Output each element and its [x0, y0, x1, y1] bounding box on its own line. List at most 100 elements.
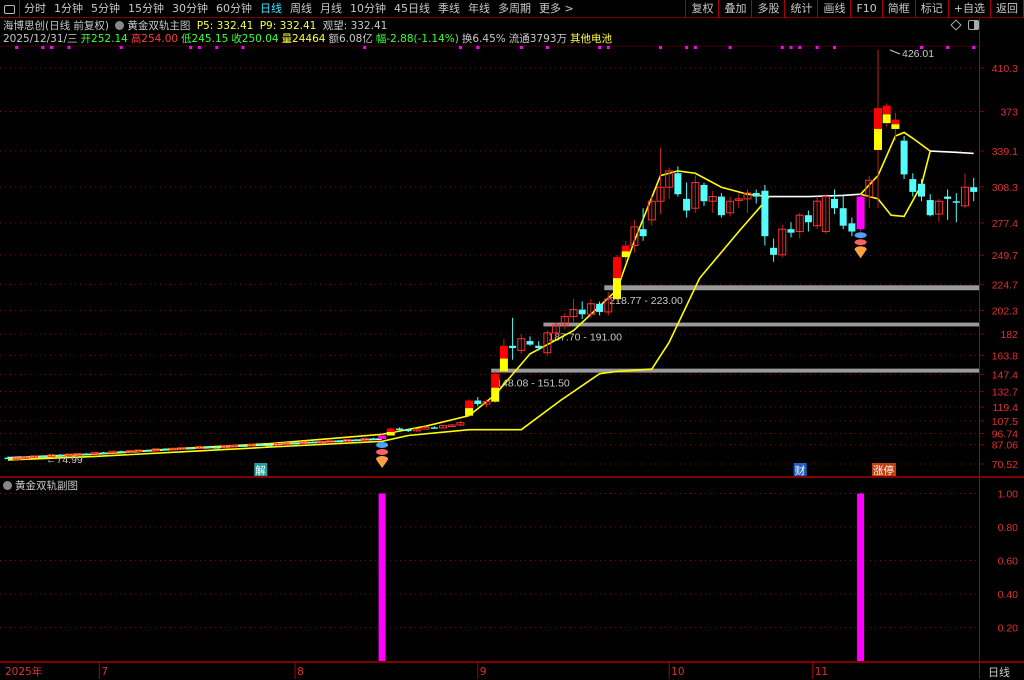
signal-stack-icon [376, 441, 389, 448]
signal-candle-body [386, 431, 395, 436]
price-tick-label: 308.3 [992, 182, 1018, 194]
time-axis-label: 9 [480, 666, 487, 678]
signal-dot [215, 46, 219, 49]
signal-dot [693, 46, 697, 49]
candle-body-down [369, 438, 377, 440]
sub-tick-label: 0.20 [998, 623, 1019, 635]
price-tick-label: 96.74 [992, 428, 1018, 440]
signal-candle-body [874, 128, 882, 150]
signal-dot [946, 46, 950, 49]
candle-body-down [926, 200, 934, 216]
candle-body-down [404, 429, 412, 432]
support-zone-bar [543, 322, 979, 327]
price-tick-label: 373 [1000, 106, 1018, 118]
signal-candle-body [499, 358, 508, 372]
price-tick-label: 202.3 [992, 305, 1018, 317]
candle-body-down [674, 173, 682, 195]
candle-body-down [535, 345, 543, 349]
signal-stack-icon [854, 232, 867, 239]
candle-body-down [4, 457, 12, 460]
signal-dot [815, 46, 819, 49]
signal-stack-icon [376, 448, 389, 455]
candle-body-down [161, 448, 169, 451]
signal-candle-body [891, 124, 900, 129]
price-tick-label: 410.3 [992, 63, 1018, 75]
price-tick-label: 107.5 [992, 416, 1018, 428]
sub-tick-label: 0.40 [998, 589, 1019, 601]
signal-dot [197, 46, 201, 49]
signal-dot [833, 46, 836, 49]
price-tick-label: 163.8 [992, 350, 1018, 362]
candle-body-down [474, 400, 482, 405]
signal-candle-body [882, 105, 891, 115]
candle-body-down [335, 440, 343, 443]
candle-body-down [787, 229, 795, 233]
candle-body-down [256, 444, 264, 446]
candle-body-down [848, 223, 856, 232]
candle-body-down [143, 450, 151, 452]
signal-candle-body [386, 428, 395, 432]
signal-candle-body [621, 245, 630, 252]
signal-candle-body [465, 408, 474, 416]
axis-divider [979, 18, 980, 679]
low-price-label: ←74.99 [46, 454, 83, 466]
kline-chart[interactable]: 410.3 373 339.1 308.3 277.4 249.7 224.7 202.3 18… [0, 0, 1024, 679]
signal-dot [241, 46, 245, 49]
signal-candle-body [613, 257, 621, 279]
candle-body-down [578, 309, 586, 315]
price-tick-label: 249.7 [992, 250, 1018, 262]
support-zone-bar [604, 285, 979, 291]
sub-tick-label: 0.60 [998, 556, 1019, 568]
candle-body-down [700, 184, 708, 202]
support-zone-bar [491, 368, 979, 373]
price-tick-label: 119.4 [993, 402, 1019, 414]
signal-stack-icon [854, 239, 867, 246]
candle-body-down [770, 247, 778, 255]
signal-dot [789, 46, 793, 49]
candle-body-down [596, 303, 604, 312]
signal-dot [119, 46, 123, 49]
candle-body-down [204, 446, 212, 449]
watch-line [930, 150, 974, 155]
period-label[interactable]: 日线 [988, 664, 1010, 680]
time-axis-label: 8 [297, 666, 304, 678]
candle-body-down [839, 208, 847, 226]
signal-candle-body [491, 387, 500, 402]
candle-body-down [430, 427, 438, 429]
price-tick-label: 339.1 [992, 146, 1018, 158]
watch-line [769, 193, 861, 198]
event-tag[interactable]: 财 [795, 464, 806, 477]
time-axis-label: 2025年 [5, 665, 42, 678]
signal-dot [545, 46, 549, 49]
sub-chart-title[interactable]: 黄金双轨副图 [15, 480, 78, 492]
price-tick-label: 132.7 [992, 387, 1018, 399]
price-tick-label: 224.7 [992, 279, 1018, 291]
signal-dot [685, 46, 689, 49]
price-tick-label: 277.4 [992, 218, 1018, 230]
candle-body-down [509, 345, 517, 349]
signal-candle-body [621, 251, 630, 258]
signal-dot [363, 46, 367, 49]
signal-dot [41, 46, 45, 49]
sub-chart-bar [378, 493, 386, 661]
high-price-label: 426.01 [902, 48, 934, 60]
candle-body-down [239, 445, 247, 447]
candle-body-down [918, 183, 925, 197]
event-tag[interactable]: 解 [255, 464, 266, 477]
event-tag[interactable]: 涨停 [873, 464, 894, 477]
price-tick-label: 87.06 [992, 440, 1018, 452]
signal-dot [728, 46, 732, 49]
candle-body-down [831, 198, 838, 209]
signal-dot [798, 46, 802, 49]
signal-dot [189, 46, 193, 49]
signal-candle-body [465, 400, 474, 409]
sub-chart-bar [857, 493, 865, 661]
candle-body-down [352, 439, 360, 442]
signal-dot [780, 46, 784, 49]
candle-body-down [970, 187, 978, 192]
sub-chart-header: 黄金双轨副图 [3, 478, 78, 493]
signal-candle-body [856, 196, 865, 230]
high-pointer [889, 49, 901, 55]
time-axis-label: 11 [815, 666, 828, 678]
sub-indicator-eye-icon[interactable] [3, 481, 12, 490]
